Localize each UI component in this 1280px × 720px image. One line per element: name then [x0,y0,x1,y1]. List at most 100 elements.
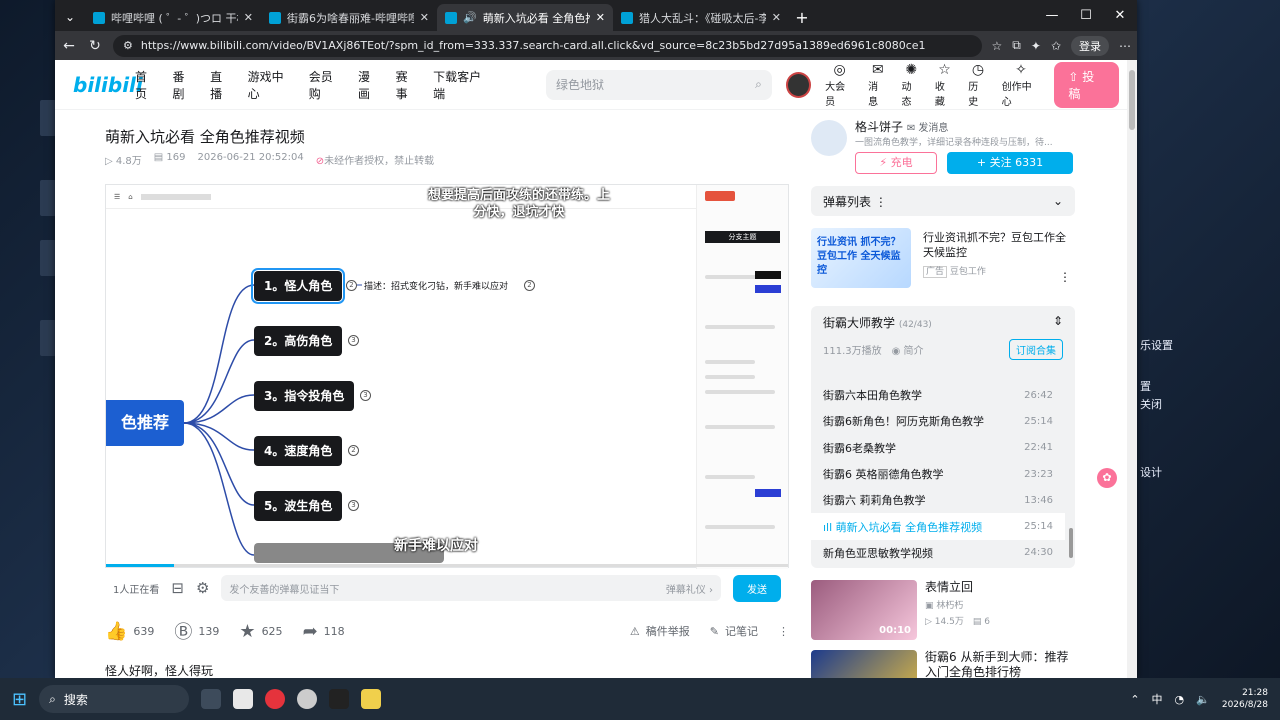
ad-card[interactable]: 行业资讯 抓不完？ 豆包工作 全天候监控 行业资讯抓不完？豆包工作全天候监控 广… [811,228,1075,292]
charge-button[interactable]: ⚡ 充电 [855,152,937,174]
more-icon[interactable]: ⋮ [778,625,789,638]
search-icon[interactable]: ⌕ [755,77,762,92]
network-icon[interactable]: ◔ [1175,693,1185,706]
app-icon[interactable] [361,689,382,709]
collapse-badge[interactable]: 2 [346,280,357,291]
browser-tab[interactable]: 街霸6为啥春丽难-哔哩哔哩_bilibili ✕ [261,4,437,31]
collection-header[interactable]: 街霸大师教学 (42/43) ⇕ [811,306,1075,339]
episode-item[interactable]: 街霸六 莉莉角色教学 13:46 [811,487,1065,513]
danmaku-etiquette-link[interactable]: 弹幕礼仪 › [666,581,713,596]
like-button[interactable]: 👍 639 [105,621,154,642]
nav-games[interactable]: 游戏中心 [248,68,295,102]
game-icon[interactable] [329,689,350,709]
back-icon[interactable]: ← [61,38,77,54]
danmaku-list-toggle[interactable]: 弹幕列表 ⋮ ⌄ [811,186,1075,216]
close-icon[interactable]: ✕ [596,11,605,24]
maximize-icon[interactable]: ☐ [1069,0,1103,31]
report-button[interactable]: ⚠ 稿件举报 [630,623,690,639]
extensions-icon[interactable]: ✦ [1031,39,1041,53]
vip-button[interactable]: ◎ 大会员 [825,62,854,108]
video-player[interactable]: ☰ ⌂ 色推荐 1。怪人角色 2 描述：招式变化刁钻，新手难以应对 2 2。高伤角… [105,184,789,569]
nav-manga[interactable]: 漫画 [358,68,382,102]
episode-item[interactable]: 街霸6老桑教学 22:41 [811,435,1065,461]
close-icon[interactable]: ✕ [244,11,253,24]
new-tab-icon[interactable]: + [789,4,815,31]
mindmap-node[interactable]: 1。怪人角色 [250,268,346,304]
share-button[interactable]: ➦ 118 [303,621,345,642]
subscribe-collection-button[interactable]: 订阅合集 [1009,339,1063,360]
volume-icon[interactable]: 🔈 [1196,693,1210,706]
login-button[interactable]: 登录 [1071,35,1109,56]
nav-anime[interactable]: 番剧 [173,68,197,102]
message-button[interactable]: ✉ 消息 [868,62,887,108]
taskbar-search[interactable]: ⌕ 搜索 [39,685,190,713]
extension-icon[interactable]: ⧉ [1012,38,1021,53]
nav-live[interactable]: 直播 [210,68,234,102]
episode-item[interactable]: 街霸6 英格丽德角色教学 23:23 [811,461,1065,487]
page-scrollbar[interactable] [1127,60,1137,678]
upload-button[interactable]: ⇧ 投稿 [1054,61,1120,108]
browser-tab[interactable]: 哔哩哔哩 ( ゜- ゜)つロ 干杯~-bilibili ✕ [85,4,261,31]
nav-home[interactable]: 首页 [135,68,159,102]
minimize-icon[interactable]: — [1035,0,1069,31]
chevron-up-icon[interactable]: ⌃ [1130,693,1139,706]
send-message-link[interactable]: ✉ 发消息 [907,123,949,134]
recommendation-card[interactable]: 街霸6 从新手到大师：推荐入门全角色排行榜 [811,650,1075,678]
desktop-icon[interactable] [40,320,56,356]
uploader-avatar[interactable] [811,120,847,156]
history-button[interactable]: ◷ 历史 [968,62,987,108]
close-window-icon[interactable]: ✕ [1103,0,1137,31]
desktop-icon[interactable] [40,100,56,136]
search-input[interactable]: 绿色地狱 ⌕ [545,69,772,100]
file-icon[interactable] [233,689,254,709]
follow-button[interactable]: + 关注 6331 [947,152,1073,174]
more-icon[interactable]: ⋮ [1059,270,1071,284]
close-icon[interactable]: ✕ [420,11,429,24]
mindmap-root-node[interactable]: 色推荐 [106,400,184,446]
mindmap-node[interactable]: 2。高伤角色 [254,326,343,356]
browser-tab-active[interactable]: 🔊 萌新入坑必看 全角色推荐视频 ✕ [437,4,613,31]
mindmap-node[interactable]: 5。波生角色 [254,491,343,521]
start-icon[interactable]: ⊞ [12,689,27,710]
collapse-badge[interactable]: 3 [348,335,359,346]
danmaku-input[interactable]: 发个友善的弹幕见证当下 弹幕礼仪 › [221,575,721,601]
netease-music-icon[interactable] [265,689,286,709]
scrollbar[interactable] [1069,528,1073,558]
episode-item[interactable]: 街霸六本田角色教学 26:42 [811,382,1065,408]
creator-button[interactable]: ✧ 创作中心 [1002,62,1041,108]
app-icon[interactable] [297,689,318,709]
favorite-button[interactable]: ★ 625 [239,621,282,642]
dynamic-button[interactable]: ✺ 动态 [902,62,921,108]
bookmark-star-icon[interactable]: ☆ [992,39,1003,53]
coin-button[interactable]: Ⓑ 139 [174,618,219,644]
close-icon[interactable]: ✕ [772,11,781,24]
nav-download[interactable]: 下载客户端 [433,68,492,102]
desktop-icon[interactable] [40,180,56,216]
progress-track[interactable] [106,564,788,567]
taskview-icon[interactable] [201,689,222,709]
danmaku-toggle-icon[interactable]: ⊟ [171,579,184,597]
address-bar[interactable]: ⚙ https://www.bilibili.com/video/BV1AXj86… [113,34,982,57]
favorites-icon[interactable]: ✩ [1051,39,1061,53]
recommendation-card[interactable]: 00:10 表情立回 ▣ 林朽朽 ▷ 14.5万 ▤ 6 [811,580,1075,642]
mindmap-node[interactable]: 3。指令投角色 [254,381,355,411]
bilibili-logo[interactable]: bilibili [73,73,143,97]
more-menu-icon[interactable]: ⋯ [1119,39,1131,53]
browser-tab[interactable]: 猎人大乱斗：《碰吸太后-李凭》 ✕ [613,4,789,31]
collapse-badge[interactable]: 3 [360,390,371,401]
scroll-thumb[interactable] [1129,70,1135,130]
danmaku-settings-icon[interactable]: ⚙ [196,579,209,597]
send-button[interactable]: 发送 [733,574,781,602]
collapse-badge[interactable]: 2 [348,445,359,456]
collapse-badge[interactable]: 3 [348,500,359,511]
episode-item[interactable]: 街霸6新角色！阿历克斯角色教学 25:14 [811,408,1065,434]
nav-shop[interactable]: 会员购 [309,68,344,102]
desktop-icon[interactable] [40,240,56,276]
collapse-badge[interactable]: 2 [524,280,535,291]
note-button[interactable]: ✎ 记笔记 [710,623,758,639]
reload-icon[interactable]: ↻ [87,38,103,54]
clock[interactable]: 21:28 2026/8/28 [1222,687,1268,711]
avatar[interactable] [785,71,812,98]
intro-link[interactable]: 简介 [904,346,924,357]
mindmap-node[interactable]: 4。速度角色 [254,436,343,466]
